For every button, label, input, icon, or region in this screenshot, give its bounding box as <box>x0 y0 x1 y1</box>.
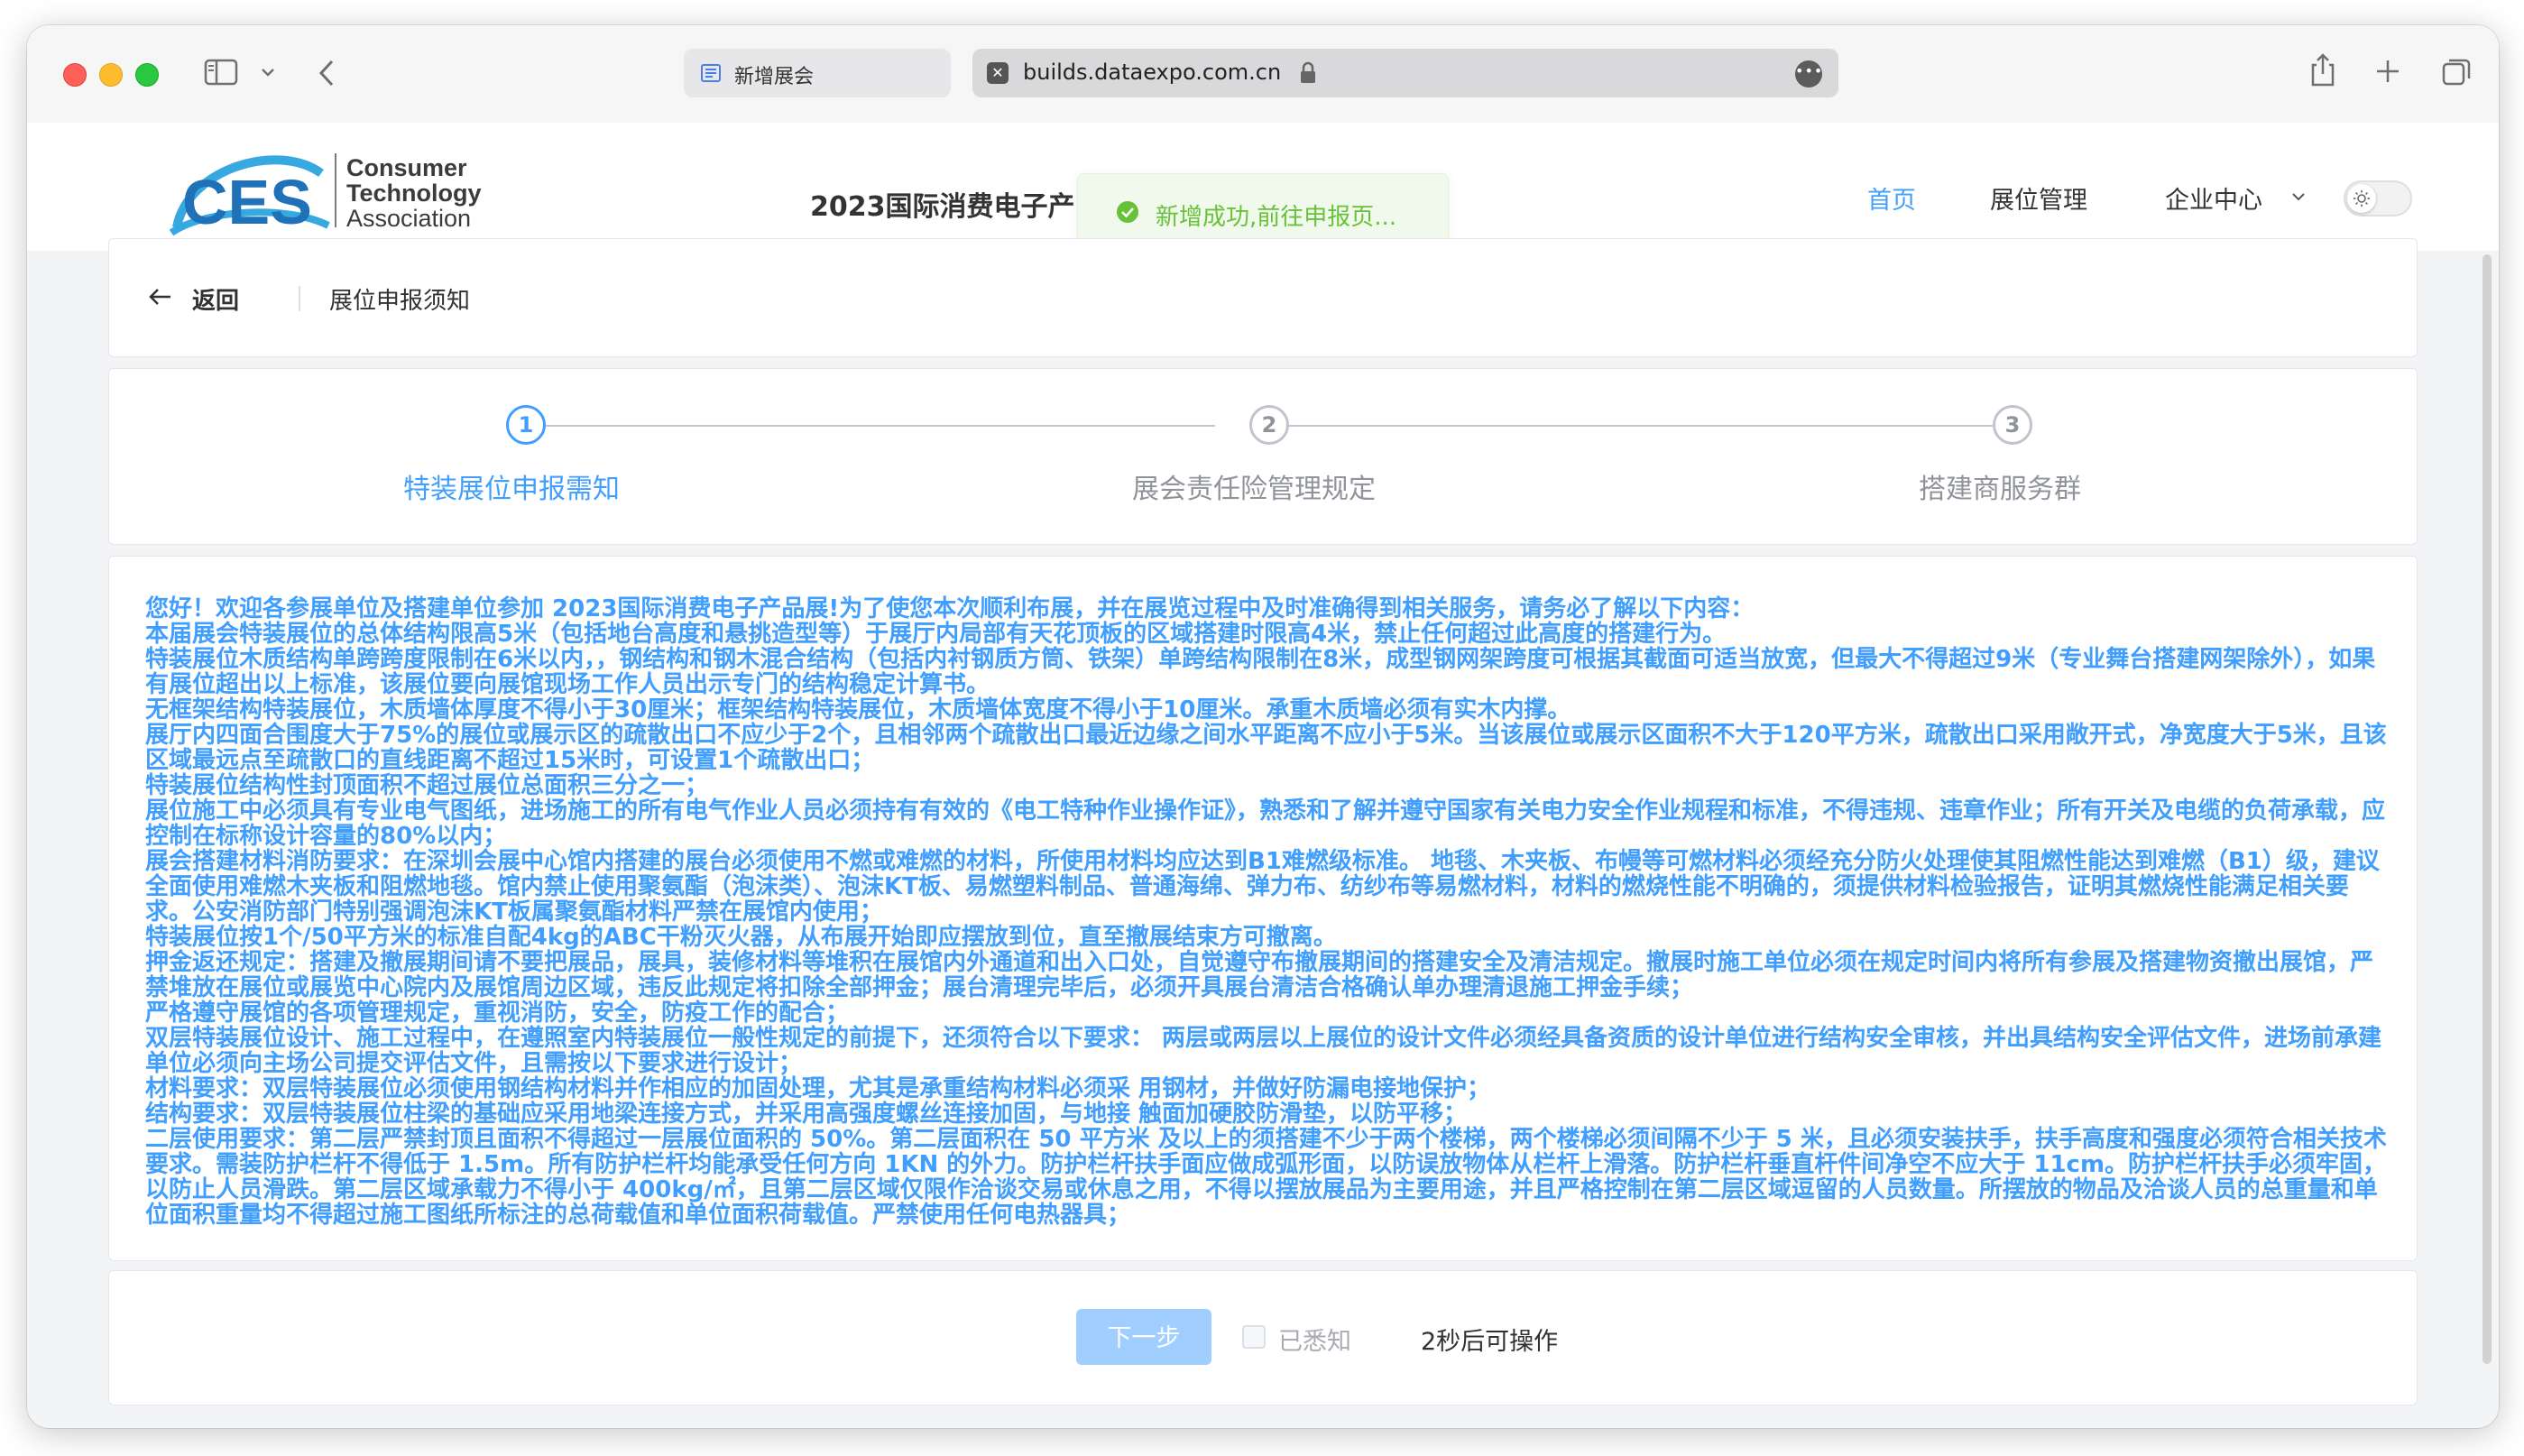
steps-card: 1 2 3 特装展位申报需知 展会责任险管理规定 搭建商服务群 <box>108 368 2418 545</box>
nav-enterprise-center[interactable]: 企业中心 <box>2165 180 2262 216</box>
step-connector <box>1287 425 1993 427</box>
page-scrollbar[interactable] <box>2483 254 2492 1364</box>
browser-window: 新增展会 ✕ builds.dataexpo.com.cn ••• CES Co… <box>27 25 2499 1428</box>
notice-paragraph: 结构要求：双层特装展位柱梁的基础应采用地梁连接方式，并采用高强度螺丝连接加固，与… <box>145 1101 1468 1128</box>
logo-divider <box>335 153 336 227</box>
step-2-title: 展会责任险管理规定 <box>1132 474 1376 505</box>
notice-paragraph: 展位施工中必须具有专业电气图纸，进场施工的所有电气作业人员必须持有有效的《电工特… <box>145 797 2386 850</box>
page-title: 展位申报须知 <box>329 288 471 315</box>
notice-paragraph: 您好！欢迎各参展单位及搭建单位参加 2023国际消费电子产品展!为了使您本次顺利… <box>145 595 1755 622</box>
close-tab-icon[interactable]: ✕ <box>987 62 1009 84</box>
page-header-card: 返回 展位申报须知 <box>108 238 2418 357</box>
acknowledge-checkbox[interactable] <box>1242 1325 1266 1349</box>
ces-logo[interactable]: CES Consumer Technology Association <box>170 146 512 236</box>
lock-icon <box>1299 61 1317 88</box>
actions-card: 下一步 已悉知 2秒后可操作 <box>108 1270 2418 1405</box>
nav-home[interactable]: 首页 <box>1867 180 1916 216</box>
address-bar[interactable]: ✕ builds.dataexpo.com.cn ••• <box>972 49 1838 97</box>
ces-logo-mark: CES <box>170 155 330 236</box>
tab-new-exhibition[interactable]: 新增展会 <box>684 49 951 97</box>
step-3-title: 搭建商服务群 <box>1919 474 2081 505</box>
notice-paragraph: 无框架结构特装展位，木质墙体厚度不得小于30厘米；框架结构特装展位，木质墙体宽度… <box>145 696 1571 723</box>
event-title: 2023国际消费电子产 <box>810 191 1075 223</box>
site-header: CES Consumer Technology Association 2023… <box>27 123 2499 251</box>
notice-paragraph: 特装展位木质结构单跨跨度限制在6米以内，，钢结构和钢木混合结构（包括内衬钢质方筒… <box>145 646 2376 698</box>
logo-org-name: Consumer Technology Association <box>346 154 482 232</box>
check-circle-icon <box>1116 200 1139 227</box>
step-3-indicator: 3 <box>1993 405 2032 445</box>
svg-text:CES: CES <box>182 167 312 236</box>
share-icon[interactable] <box>2309 52 2336 92</box>
toast-message: 新增成功,前往申报页... <box>1156 204 1397 231</box>
notice-card: 您好！欢迎各参展单位及搭建单位参加 2023国际消费电子产品展!为了使您本次顺利… <box>108 556 2418 1261</box>
countdown-text: 2秒后可操作 <box>1421 1328 1559 1356</box>
notice-text: 您好！欢迎各参展单位及搭建单位参加 2023国际消费电子产品展!为了使您本次顺利… <box>145 596 2391 1228</box>
toggle-knob <box>2347 184 2376 213</box>
notice-paragraph: 特装展位结构性封顶面积不超过展位总面积三分之一； <box>145 772 709 799</box>
notice-paragraph: 押金返还规定：搭建及撤展期间请不要把展品，展具，装修材料等堆积在展馆内外通道和出… <box>145 949 2374 1001</box>
step-1-indicator: 1 <box>506 405 546 445</box>
notice-paragraph: 双层特装展位设计、施工过程中，在遵照室内特装展位一般性规定的前提下，还须符合以下… <box>145 1025 2382 1077</box>
tab-title: 新增展会 <box>734 66 815 88</box>
close-window-button[interactable] <box>63 63 87 87</box>
theme-toggle[interactable] <box>2344 180 2412 217</box>
step-connector <box>546 425 1215 427</box>
acknowledge-label[interactable]: 已悉知 <box>1278 1322 1351 1357</box>
sidebar-toggle-icon[interactable] <box>204 58 240 90</box>
zoom-window-button[interactable] <box>135 63 159 87</box>
nav-booth-management[interactable]: 展位管理 <box>1990 180 2087 216</box>
next-step-button[interactable]: 下一步 <box>1076 1309 1211 1365</box>
notice-paragraph: 严格遵守展馆的各项管理规定，重视消防，安全，防疫工作的配合； <box>145 1000 850 1027</box>
notice-paragraph: 二层使用要求：第二层严禁封顶且面积不得超过一层展位面积的 50%。第二层面积在 … <box>145 1126 2387 1229</box>
new-tab-icon[interactable] <box>2374 58 2401 88</box>
notice-paragraph: 展会搭建材料消防要求：在深圳会展中心馆内搭建的展台必须使用不燃或难燃的材料，所使… <box>145 848 2380 926</box>
header-divider <box>299 286 300 311</box>
notice-paragraph: 特装展位按1个/50平方米的标准自配4kg的ABC干粉灭火器，从布展开始即应摆放… <box>145 924 1337 951</box>
more-options-icon[interactable]: ••• <box>1795 60 1822 88</box>
chevron-down-icon[interactable] <box>260 65 276 82</box>
tab-overview-icon[interactable] <box>2441 56 2472 90</box>
url-text: builds.dataexpo.com.cn <box>1023 60 1282 85</box>
document-icon <box>700 62 722 84</box>
notice-paragraph: 展厅内四面合围度大于75%的展位或展示区的疏散出口不应少于2个，且相邻两个疏散出… <box>145 722 2387 774</box>
notice-paragraph: 本届展会特装展位的总体结构限高5米（包括地台高度和悬挑造型等）于展厅内局部有天花… <box>145 621 1727 648</box>
sun-icon <box>2354 190 2370 207</box>
back-button[interactable]: 返回 <box>192 282 239 316</box>
back-nav-icon[interactable] <box>316 58 337 92</box>
minimize-window-button[interactable] <box>99 63 123 87</box>
browser-toolbar: 新增展会 ✕ builds.dataexpo.com.cn ••• <box>27 25 2499 123</box>
notice-paragraph: 材料要求：双层特装展位必须使用钢结构材料并作相应的加固处理，尤其是承重结构材料必… <box>145 1075 1491 1102</box>
arrow-left-icon[interactable] <box>147 286 174 311</box>
step-1-title: 特装展位申报需知 <box>403 474 620 505</box>
chevron-down-icon[interactable] <box>2289 189 2308 207</box>
step-2-indicator: 2 <box>1249 405 1289 445</box>
